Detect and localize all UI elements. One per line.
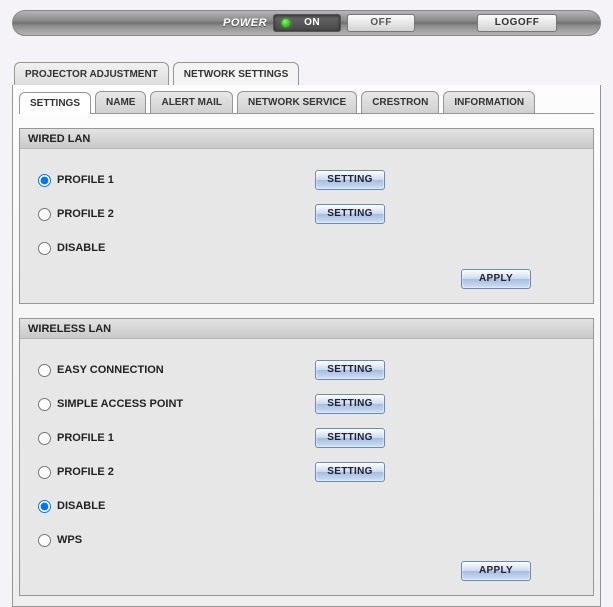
wired-profile1-setting-button[interactable]: SETTING bbox=[315, 170, 385, 190]
logoff-button[interactable]: LOGOFF bbox=[477, 14, 557, 32]
tab-projector-adjustment[interactable]: PROJECTOR ADJUSTMENT bbox=[14, 62, 169, 85]
wireless-profile1-text: PROFILE 1 bbox=[57, 432, 114, 444]
wireless-disable-text: DISABLE bbox=[57, 500, 105, 512]
wired-profile1-text: PROFILE 1 bbox=[57, 174, 114, 186]
power-on-label: ON bbox=[304, 17, 320, 28]
wired-profile2-text: PROFILE 2 bbox=[57, 208, 114, 220]
tab-network-service[interactable]: NETWORK SERVICE bbox=[237, 91, 357, 113]
tab-content-wrap: SETTINGS NAME ALERT MAIL NETWORK SERVICE… bbox=[12, 85, 601, 607]
wired-profile2-radio[interactable] bbox=[38, 208, 51, 221]
power-bar: POWER ON OFF LOGOFF bbox=[12, 10, 601, 36]
wireless-profile2-radio[interactable] bbox=[38, 466, 51, 479]
power-on-led-icon bbox=[282, 19, 290, 27]
wireless-profile1-radio[interactable] bbox=[38, 432, 51, 445]
wired-lan-title: WIRED LAN bbox=[20, 129, 593, 149]
primary-tabs: PROJECTOR ADJUSTMENT NETWORK SETTINGS bbox=[12, 62, 601, 85]
wireless-profile2-setting-button[interactable]: SETTING bbox=[315, 462, 385, 482]
tab-alert-mail[interactable]: ALERT MAIL bbox=[150, 91, 233, 113]
wireless-lan-title: WIRELESS LAN bbox=[20, 319, 593, 339]
power-on-button[interactable]: ON bbox=[273, 14, 341, 32]
secondary-tabs: SETTINGS NAME ALERT MAIL NETWORK SERVICE… bbox=[19, 91, 594, 113]
wired-disable-radio[interactable] bbox=[38, 242, 51, 255]
wireless-easy-setting-button[interactable]: SETTING bbox=[315, 360, 385, 380]
wired-profile2-setting-button[interactable]: SETTING bbox=[315, 204, 385, 224]
wireless-simple-ap-setting-button[interactable]: SETTING bbox=[315, 394, 385, 414]
wireless-profile1-radio-label[interactable]: PROFILE 1 bbox=[38, 432, 114, 445]
wired-profile1-radio-label[interactable]: PROFILE 1 bbox=[38, 174, 114, 187]
wired-profile2-radio-label[interactable]: PROFILE 2 bbox=[38, 208, 114, 221]
tab-settings[interactable]: SETTINGS bbox=[19, 92, 91, 114]
power-label: POWER bbox=[223, 17, 267, 29]
tab-information[interactable]: INFORMATION bbox=[443, 91, 535, 113]
wireless-disable-radio-label[interactable]: DISABLE bbox=[38, 500, 105, 513]
wired-profile1-radio[interactable] bbox=[38, 174, 51, 187]
tab-crestron[interactable]: CRESTRON bbox=[361, 91, 439, 113]
tab-name[interactable]: NAME bbox=[95, 91, 146, 113]
wireless-wps-text: WPS bbox=[57, 534, 82, 546]
wireless-easy-radio-label[interactable]: EASY CONNECTION bbox=[38, 364, 164, 377]
wireless-profile2-radio-label[interactable]: PROFILE 2 bbox=[38, 466, 114, 479]
wireless-profile1-setting-button[interactable]: SETTING bbox=[315, 428, 385, 448]
wireless-simple-ap-text: SIMPLE ACCESS POINT bbox=[57, 398, 183, 410]
wireless-lan-panel: WIRELESS LAN EASY CONNECTION SETTING S bbox=[19, 318, 594, 596]
wireless-simple-ap-radio-label[interactable]: SIMPLE ACCESS POINT bbox=[38, 398, 183, 411]
power-off-button[interactable]: OFF bbox=[347, 14, 415, 32]
wireless-wps-radio[interactable] bbox=[38, 534, 51, 547]
wireless-profile2-text: PROFILE 2 bbox=[57, 466, 114, 478]
tab-network-settings[interactable]: NETWORK SETTINGS bbox=[173, 62, 299, 85]
wireless-disable-radio[interactable] bbox=[38, 500, 51, 513]
wired-disable-radio-label[interactable]: DISABLE bbox=[38, 242, 105, 255]
wireless-wps-radio-label[interactable]: WPS bbox=[38, 534, 82, 547]
wireless-easy-text: EASY CONNECTION bbox=[57, 364, 164, 376]
wired-apply-button[interactable]: APPLY bbox=[461, 269, 531, 289]
logoff-label: LOGOFF bbox=[495, 17, 540, 28]
power-off-label: OFF bbox=[370, 17, 392, 28]
wireless-simple-ap-radio[interactable] bbox=[38, 398, 51, 411]
wireless-easy-radio[interactable] bbox=[38, 364, 51, 377]
wired-lan-panel: WIRED LAN PROFILE 1 SETTING PROFILE 2 bbox=[19, 128, 594, 304]
wireless-apply-button[interactable]: APPLY bbox=[461, 561, 531, 581]
wired-disable-text: DISABLE bbox=[57, 242, 105, 254]
